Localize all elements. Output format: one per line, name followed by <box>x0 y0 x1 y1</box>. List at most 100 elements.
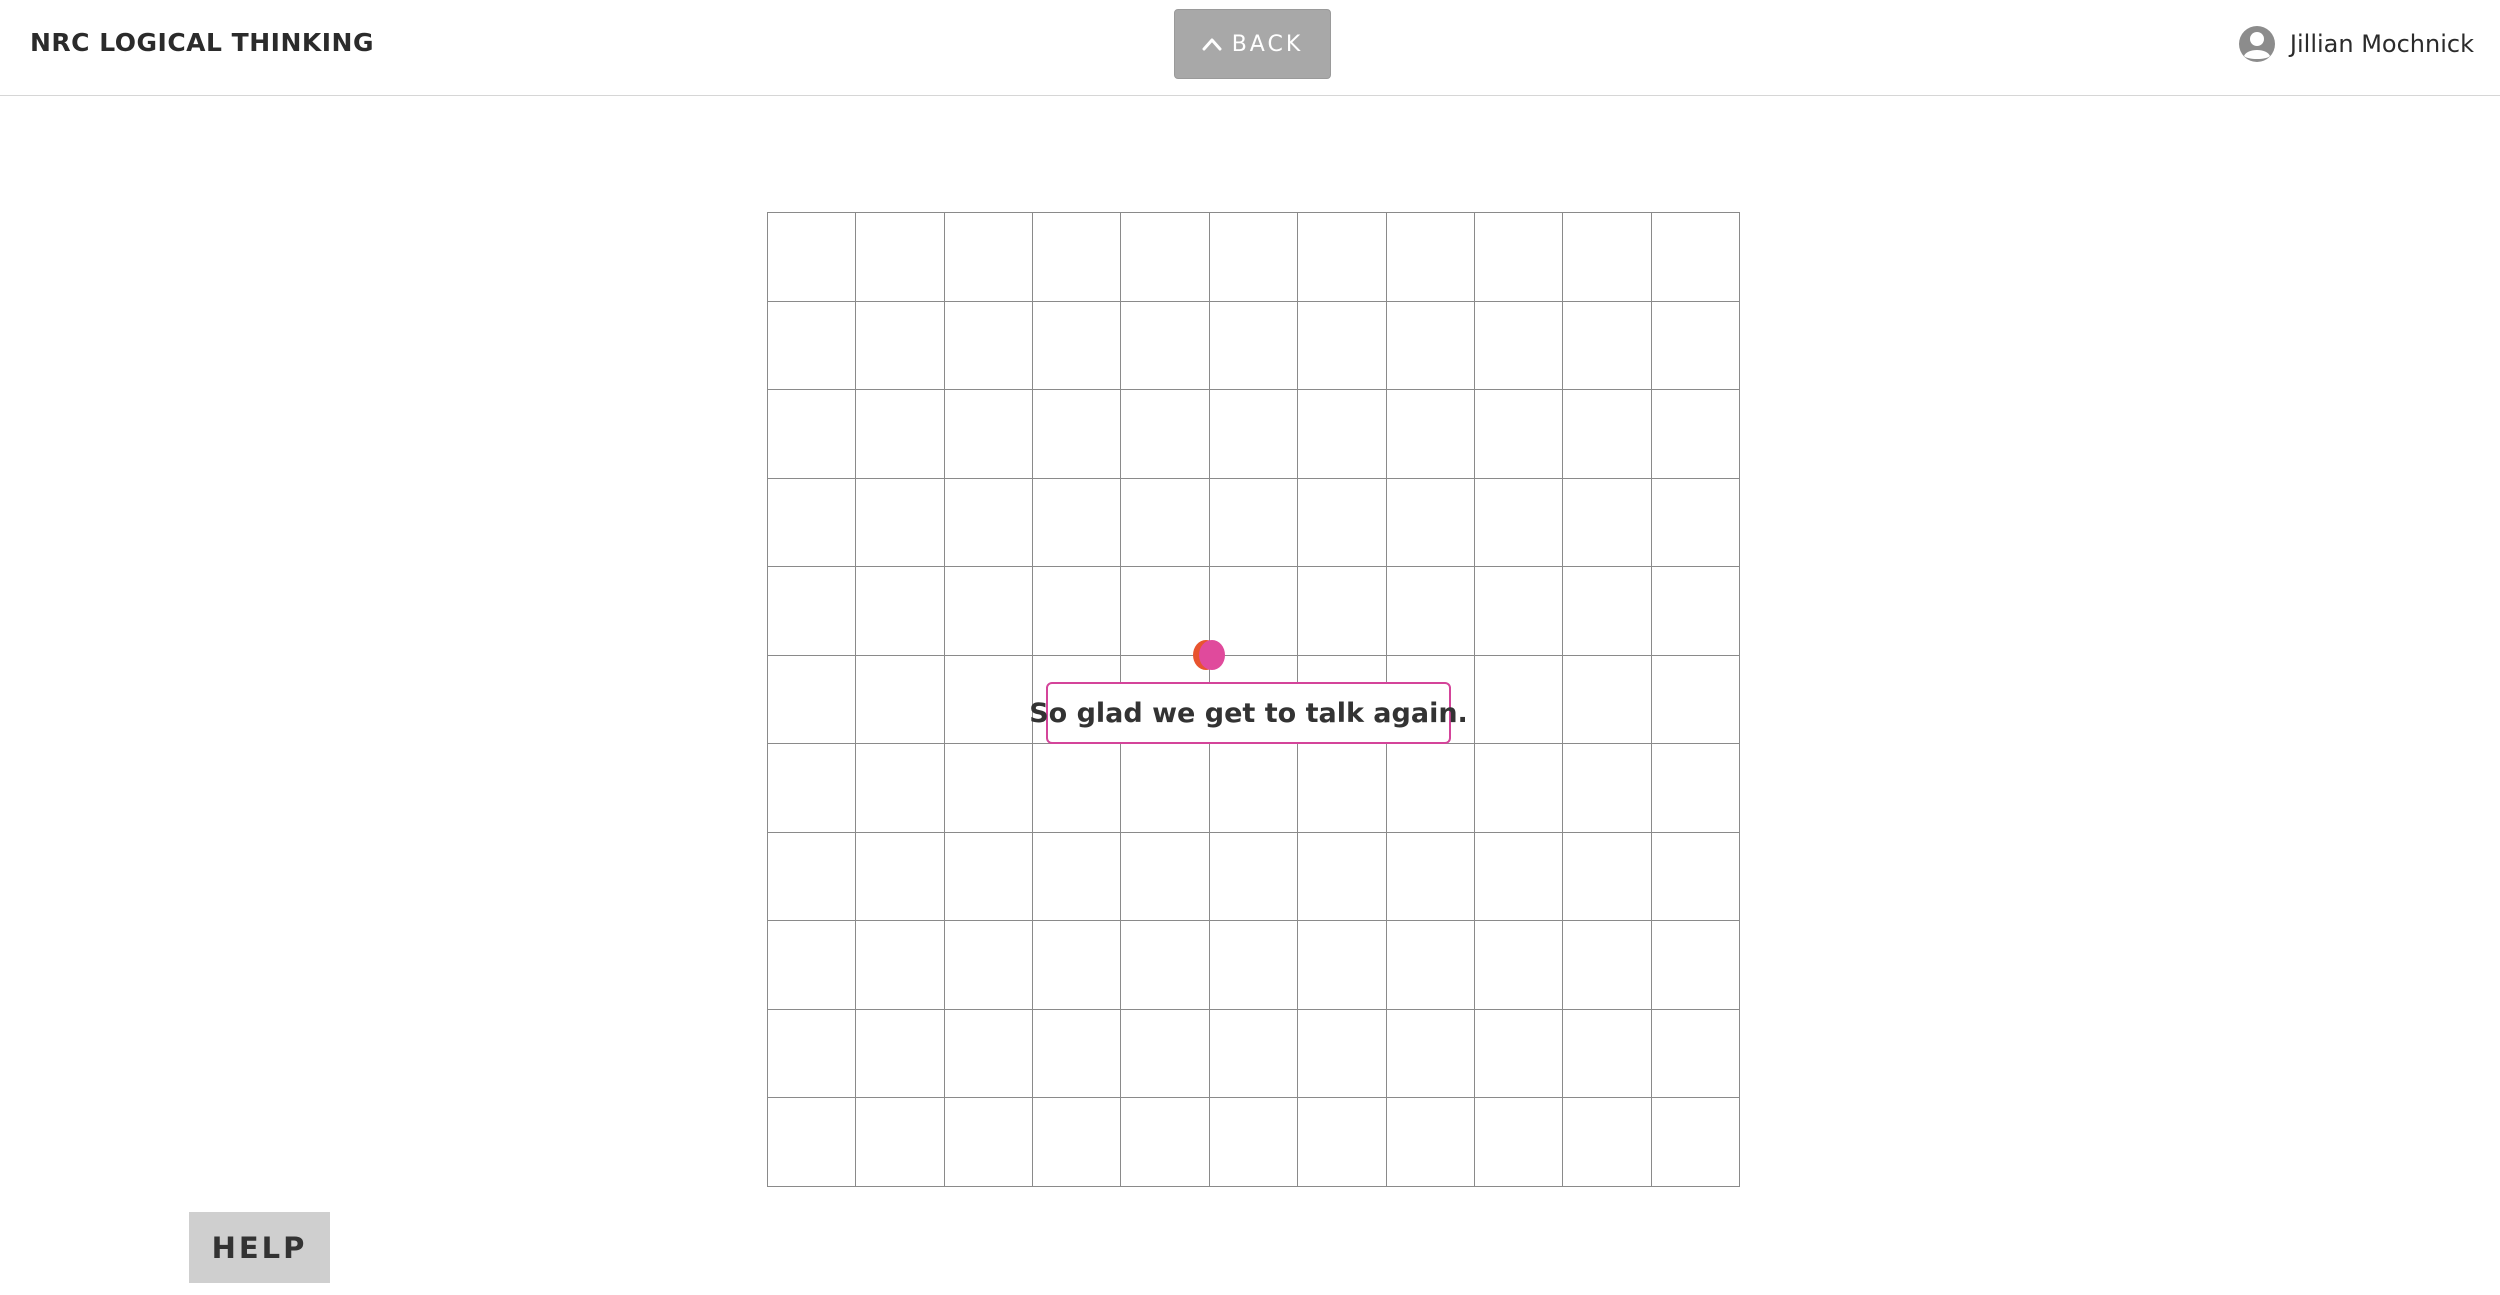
grid-cell[interactable] <box>1209 478 1299 568</box>
grid-cell[interactable] <box>944 213 1034 302</box>
grid-cell[interactable] <box>856 1009 945 1099</box>
grid-cell[interactable] <box>768 301 857 391</box>
grid-cell[interactable] <box>944 744 1034 833</box>
grid-cell[interactable] <box>1651 301 1740 391</box>
grid-cell[interactable] <box>768 655 857 745</box>
grid-cell[interactable] <box>1386 301 1475 391</box>
grid-cell[interactable] <box>1563 478 1652 568</box>
grid-cell[interactable] <box>1209 1098 1299 1187</box>
grid-cell[interactable] <box>768 213 857 302</box>
grid-cell[interactable] <box>1474 832 1564 922</box>
grid-cell[interactable] <box>1209 390 1299 479</box>
grid-cell[interactable] <box>1563 655 1652 745</box>
grid-cell[interactable] <box>1121 213 1210 302</box>
grid-cell[interactable] <box>1563 567 1652 656</box>
grid-cell[interactable] <box>1121 744 1210 833</box>
grid-cell[interactable] <box>1033 301 1122 391</box>
grid-cell[interactable] <box>768 744 857 833</box>
grid-cell[interactable] <box>1474 301 1564 391</box>
grid-cell[interactable] <box>1033 1009 1122 1099</box>
grid-cell[interactable] <box>1651 390 1740 479</box>
grid-cell[interactable] <box>768 921 857 1010</box>
grid-cell[interactable] <box>1298 213 1387 302</box>
grid-cell[interactable] <box>1651 213 1740 302</box>
grid-cell[interactable] <box>1651 1009 1740 1099</box>
grid-cell[interactable] <box>856 478 945 568</box>
grid-cell[interactable] <box>944 1009 1034 1099</box>
grid-cell[interactable] <box>1563 390 1652 479</box>
grid-cell[interactable] <box>1386 390 1475 479</box>
grid-cell[interactable] <box>1563 1098 1652 1187</box>
grid-cell[interactable] <box>1298 832 1387 922</box>
grid-cell[interactable] <box>944 655 1034 745</box>
grid-cell[interactable] <box>1121 1009 1210 1099</box>
grid-cell[interactable] <box>944 921 1034 1010</box>
grid-cell[interactable] <box>1474 390 1564 479</box>
grid-cell[interactable] <box>944 1098 1034 1187</box>
grid-cell[interactable] <box>1563 744 1652 833</box>
grid-cell[interactable] <box>1386 1009 1475 1099</box>
grid-cell[interactable] <box>1563 213 1652 302</box>
grid-cell[interactable] <box>1033 921 1122 1010</box>
grid-cell[interactable] <box>768 832 857 922</box>
grid-cell[interactable] <box>1033 744 1122 833</box>
back-button[interactable]: BACK <box>1174 9 1331 79</box>
grid-cell[interactable] <box>1563 921 1652 1010</box>
grid-cell[interactable] <box>1298 1098 1387 1187</box>
grid-cell[interactable] <box>856 213 945 302</box>
grid-cell[interactable] <box>1209 921 1299 1010</box>
grid-cell[interactable] <box>1033 390 1122 479</box>
help-button[interactable]: HELP <box>189 1212 330 1283</box>
grid-cell[interactable] <box>768 390 857 479</box>
grid-cell[interactable] <box>1563 301 1652 391</box>
grid-cell[interactable] <box>944 301 1034 391</box>
grid-cell[interactable] <box>1298 478 1387 568</box>
grid-cell[interactable] <box>1651 744 1740 833</box>
user-menu[interactable]: Jillian Mochnick <box>2238 24 2474 64</box>
grid-cell[interactable] <box>1474 1098 1564 1187</box>
grid-cell[interactable] <box>1298 301 1387 391</box>
grid-cell[interactable] <box>1121 832 1210 922</box>
grid-cell[interactable] <box>856 655 945 745</box>
grid-cell[interactable] <box>856 567 945 656</box>
grid-cell[interactable] <box>1209 1009 1299 1099</box>
grid-cell[interactable] <box>1298 390 1387 479</box>
grid-cell[interactable] <box>856 301 945 391</box>
grid-cell[interactable] <box>1298 744 1387 833</box>
grid-cell[interactable] <box>1474 213 1564 302</box>
grid-cell[interactable] <box>1209 213 1299 302</box>
grid-cell[interactable] <box>1033 213 1122 302</box>
grid-cell[interactable] <box>1386 567 1475 656</box>
grid-cell[interactable] <box>1563 832 1652 922</box>
grid-cell[interactable] <box>944 832 1034 922</box>
grid-cell[interactable] <box>1386 478 1475 568</box>
grid-cell[interactable] <box>1651 655 1740 745</box>
grid-cell[interactable] <box>1386 744 1475 833</box>
grid-cell[interactable] <box>1298 921 1387 1010</box>
grid-cell[interactable] <box>1298 567 1387 656</box>
grid-cell[interactable] <box>1474 478 1564 568</box>
grid-cell[interactable] <box>856 832 945 922</box>
grid-cell[interactable] <box>768 1098 857 1187</box>
grid-cell[interactable] <box>1651 832 1740 922</box>
grid-cell[interactable] <box>1298 1009 1387 1099</box>
grid-cell[interactable] <box>944 390 1034 479</box>
grid-cell[interactable] <box>1033 567 1122 656</box>
grid-cell[interactable] <box>1651 478 1740 568</box>
grid-cell[interactable] <box>1474 567 1564 656</box>
grid-cell[interactable] <box>1651 1098 1740 1187</box>
grid-cell[interactable] <box>1121 1098 1210 1187</box>
grid-cell[interactable] <box>1121 301 1210 391</box>
grid-cell[interactable] <box>1386 213 1475 302</box>
grid-cell[interactable] <box>1033 832 1122 922</box>
grid-cell[interactable] <box>1386 921 1475 1010</box>
grid-cell[interactable] <box>944 567 1034 656</box>
grid-cell[interactable] <box>1386 1098 1475 1187</box>
grid-cell[interactable] <box>1033 1098 1122 1187</box>
grid-cell[interactable] <box>1121 478 1210 568</box>
grid-cell[interactable] <box>1563 1009 1652 1099</box>
grid-cell[interactable] <box>944 478 1034 568</box>
grid-cell[interactable] <box>1121 390 1210 479</box>
grid-cell[interactable] <box>1474 921 1564 1010</box>
grid-cell[interactable] <box>1033 478 1122 568</box>
